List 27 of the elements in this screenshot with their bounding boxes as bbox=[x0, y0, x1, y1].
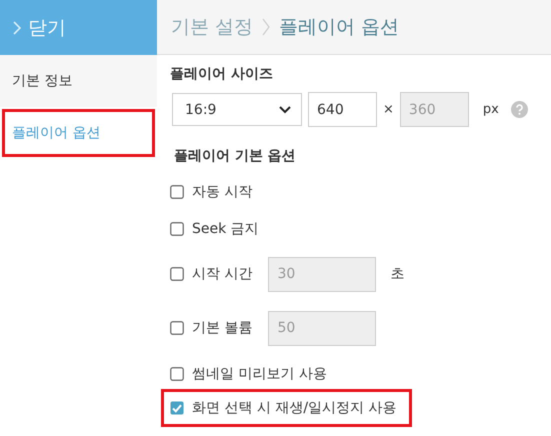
option-label: 자동 시작 bbox=[192, 182, 252, 200]
option-label: 시작 시간 bbox=[192, 265, 252, 283]
unit-label: 초 bbox=[390, 265, 404, 283]
sidebar-item[interactable]: 기본 정보 bbox=[0, 55, 157, 107]
checkbox[interactable] bbox=[170, 184, 184, 198]
option-label: Seek 금지 bbox=[192, 220, 259, 238]
section-title: 플레이어 사이즈 bbox=[170, 65, 274, 83]
section-title: 플레이어 기본 옵션 bbox=[174, 147, 297, 165]
times-sign: × bbox=[383, 102, 394, 117]
checkbox[interactable] bbox=[170, 267, 184, 281]
width-field[interactable]: 640 bbox=[308, 92, 377, 127]
option-label: 썸네일 미리보기 사용 bbox=[192, 364, 327, 382]
sidebar-item[interactable]: 플레이어 옵션 bbox=[0, 107, 157, 159]
unit-label: px bbox=[482, 102, 499, 117]
breadcrumb-item: 기본 설정 bbox=[171, 15, 254, 40]
checkbox[interactable] bbox=[170, 366, 184, 380]
chevron-icon bbox=[12, 20, 22, 36]
breadcrumb-item: 플레이어 옵션 bbox=[279, 15, 400, 40]
checkbox[interactable] bbox=[170, 321, 184, 335]
caret-icon bbox=[279, 106, 291, 114]
ratio-dropdown[interactable]: 16:9 bbox=[172, 93, 302, 126]
checkbox[interactable] bbox=[170, 401, 184, 415]
option-label: 화면 선택 시 재생/일시정지 사용 bbox=[192, 399, 397, 417]
close-button[interactable]: 닫기 bbox=[0, 0, 157, 55]
checkbox[interactable] bbox=[170, 222, 184, 236]
chevron-icon bbox=[261, 17, 272, 37]
option-label: 기본 볼륨 bbox=[192, 319, 252, 337]
